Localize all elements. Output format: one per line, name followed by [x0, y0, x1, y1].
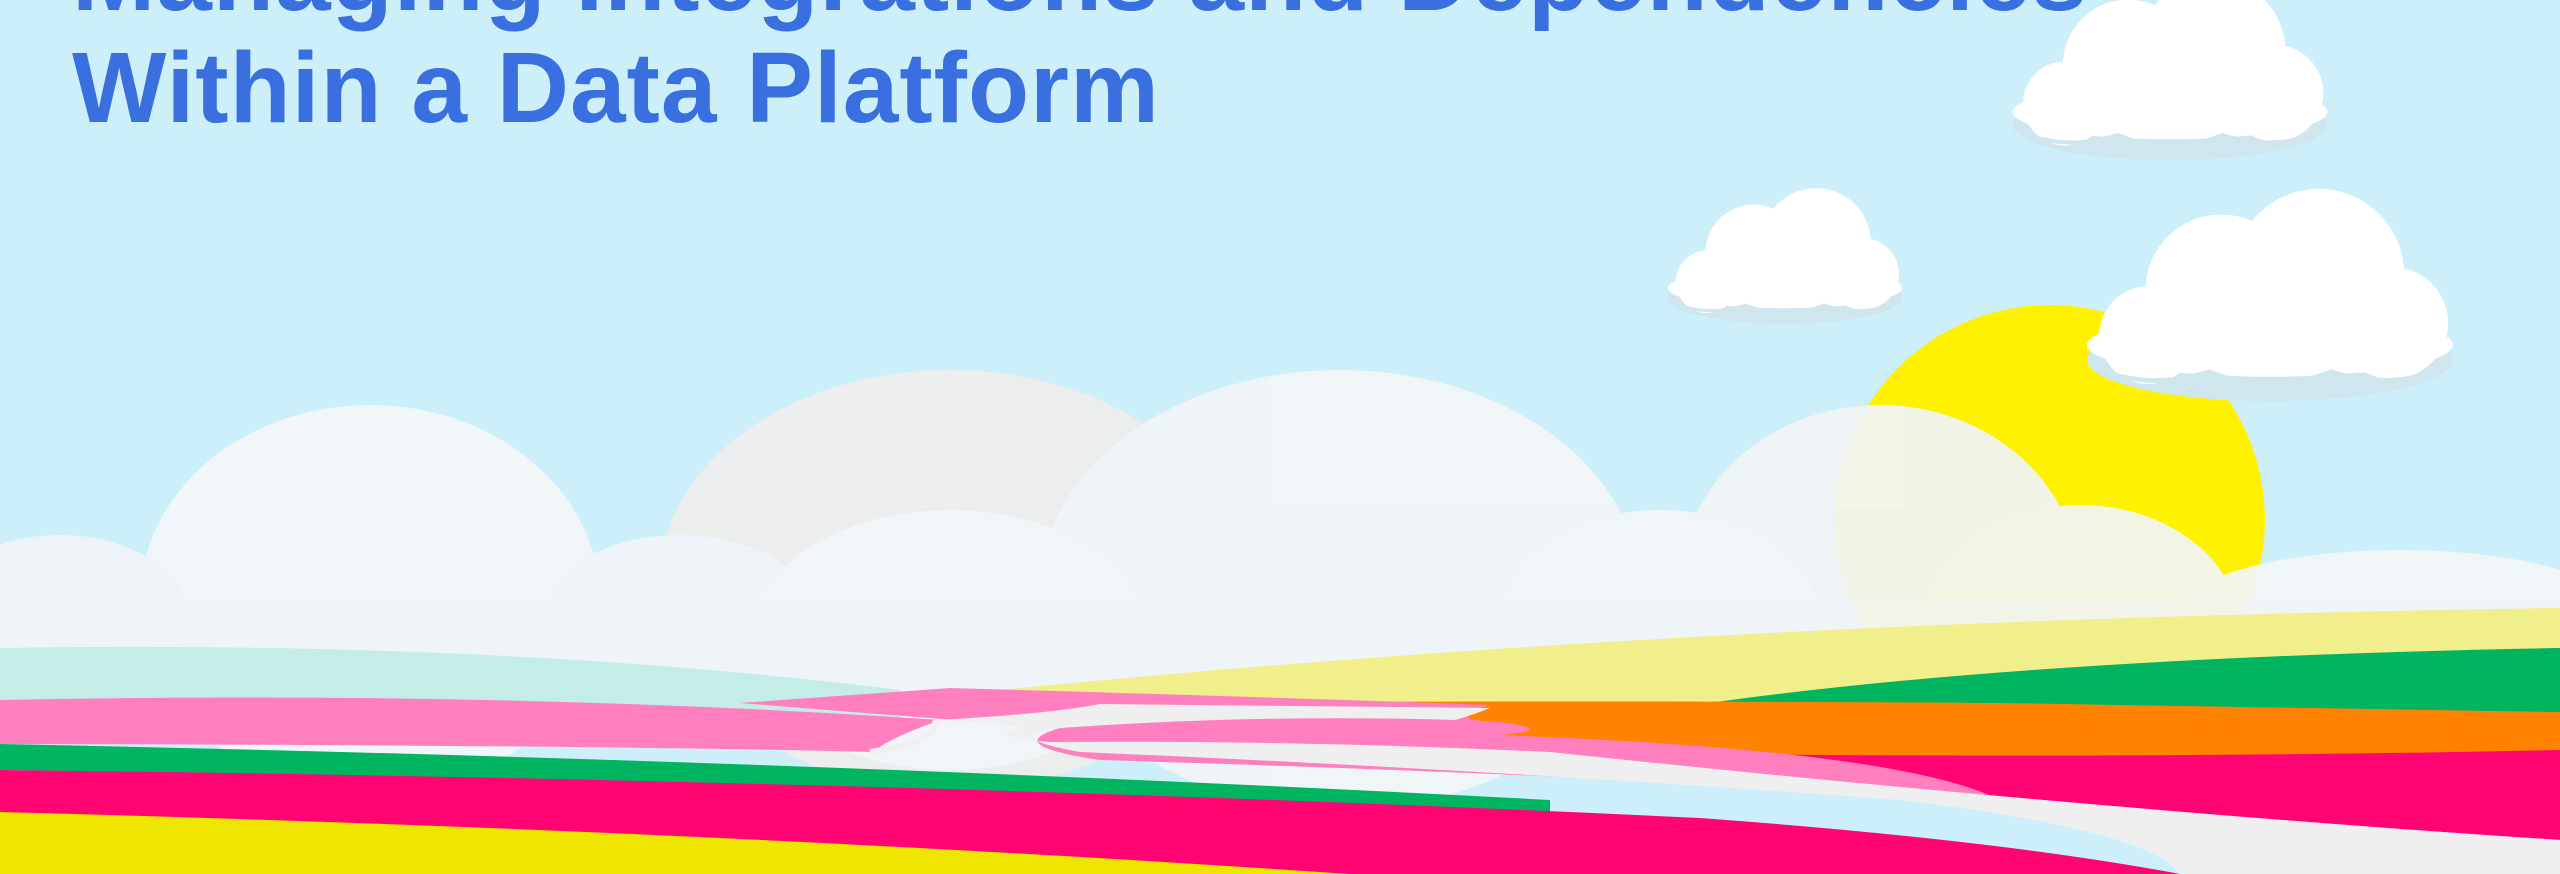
- title-line-2: Within a Data Platform: [72, 32, 1160, 144]
- slide-title: Managing Integrations and Dependencies W…: [72, 0, 2088, 144]
- title-line-1: Managing Integrations and Dependencies: [72, 0, 2088, 32]
- slide-stage: Managing Integrations and Dependencies W…: [0, 0, 2560, 874]
